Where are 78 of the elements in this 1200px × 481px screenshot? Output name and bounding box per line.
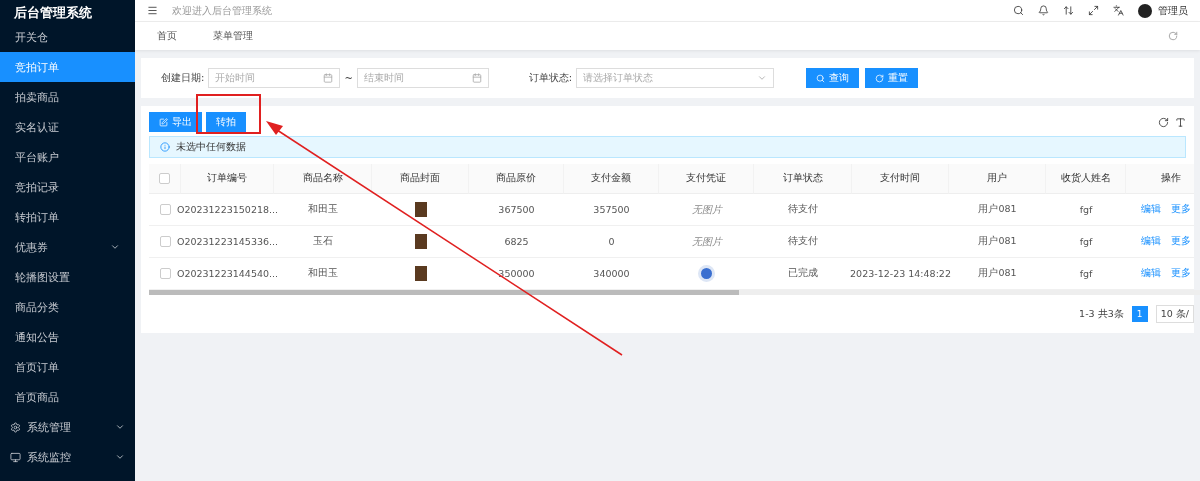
calendar-icon <box>323 73 334 83</box>
refresh-icon[interactable] <box>1158 116 1169 128</box>
sidebar-item[interactable]: 实名认证 <box>0 112 135 142</box>
checkbox[interactable] <box>159 268 171 279</box>
table-cell: 6825 <box>469 226 564 258</box>
sidebar-item[interactable]: 轮播图设置 <box>0 262 135 292</box>
sidebar-item[interactable]: 通知公告 <box>0 322 135 352</box>
sidebar-item[interactable]: 开关仓 <box>0 22 135 52</box>
bell-icon[interactable] <box>1038 5 1049 16</box>
table-cell: 用户081 <box>949 226 1046 258</box>
table-cell: 367500 <box>469 194 564 226</box>
alert-text: 未选中任何数据 <box>176 140 246 154</box>
range-separator: ~ <box>344 72 353 84</box>
column-header: 用户 <box>949 164 1046 194</box>
gear-icon <box>10 421 21 433</box>
chevron-icon <box>110 242 120 252</box>
table-cell: 待支付 <box>754 226 852 258</box>
arrows-icon[interactable] <box>1063 5 1074 16</box>
search-icon <box>816 73 826 83</box>
sidebar-item[interactable]: 首页商品 <box>0 382 135 412</box>
user-name[interactable]: 管理员 <box>1158 3 1188 18</box>
column-header: 订单状态 <box>754 164 852 194</box>
photo-placeholder <box>414 234 427 249</box>
sidebar-item[interactable]: 竞拍记录 <box>0 172 135 202</box>
column-header: 商品名称 <box>274 164 372 194</box>
search-icon[interactable] <box>1013 5 1024 16</box>
sidebar-item[interactable]: 转拍订单 <box>0 202 135 232</box>
sidebar-item[interactable]: 系统管理 <box>0 412 135 442</box>
translate-icon[interactable] <box>1113 5 1124 16</box>
column-header: 收货人姓名 <box>1046 164 1126 194</box>
table-cell: fgf <box>1046 226 1126 258</box>
welcome-text: 欢迎进入后台管理系统 <box>172 3 272 18</box>
column-header: 操作 <box>1126 164 1194 194</box>
page-size-select[interactable]: 10 条/ <box>1155 305 1194 323</box>
column-header: 商品原价 <box>469 164 564 194</box>
sidebar-item[interactable]: 首页订单 <box>0 352 135 382</box>
table-cell: 用户081 <box>949 194 1046 226</box>
sidebar-item[interactable]: 系统监控 <box>0 442 135 472</box>
edit-icon <box>159 117 168 127</box>
table-cell: fgf <box>1046 194 1126 226</box>
sidebar-item[interactable]: 商品分类 <box>0 292 135 322</box>
table-cell: 待支付 <box>754 194 852 226</box>
menu-icon[interactable] <box>147 5 158 16</box>
highlight-frame <box>196 94 261 134</box>
column-header: 订单编号 <box>181 164 274 194</box>
column-header: 支付金额 <box>564 164 659 194</box>
avatar <box>1138 3 1152 18</box>
page-tab[interactable]: 菜单管理 <box>213 29 253 43</box>
column-header: 支付时间 <box>852 164 949 194</box>
info-icon <box>160 142 170 152</box>
image-placeholder <box>698 265 715 282</box>
chevron-icon <box>115 422 125 432</box>
fullscreen-icon[interactable] <box>1088 5 1099 16</box>
column-header: 支付凭证 <box>659 164 754 194</box>
page-tab[interactable]: 首页 <box>157 29 177 43</box>
calendar-icon <box>471 73 482 83</box>
chevron-icon <box>757 73 768 83</box>
refresh-icon <box>875 73 885 83</box>
app-title: 后台管理系统 <box>13 4 93 22</box>
checkbox[interactable] <box>159 236 171 247</box>
field-label: 创建日期: <box>161 71 205 85</box>
checkbox[interactable] <box>159 204 171 215</box>
column-header: 商品封面 <box>372 164 469 194</box>
photo-placeholder <box>414 266 427 281</box>
text-height-icon[interactable] <box>1175 116 1186 128</box>
sidebar-item[interactable]: 优惠券 <box>0 232 135 262</box>
table-cell: 无图片 <box>659 226 754 258</box>
sidebar-item[interactable]: 拍卖商品 <box>0 82 135 112</box>
sidebar-item[interactable]: 平台账户 <box>0 142 135 172</box>
monitor-icon <box>10 451 21 463</box>
table-cell: 0 <box>564 226 659 258</box>
checkbox[interactable] <box>159 173 170 184</box>
page-summary: 1-3 共3条 <box>1079 307 1124 321</box>
field-label: 订单状态: <box>528 71 573 85</box>
chevron-icon <box>115 452 125 462</box>
photo-placeholder <box>414 202 427 217</box>
table-cell: 357500 <box>564 194 659 226</box>
table-cell: 无图片 <box>659 194 754 226</box>
